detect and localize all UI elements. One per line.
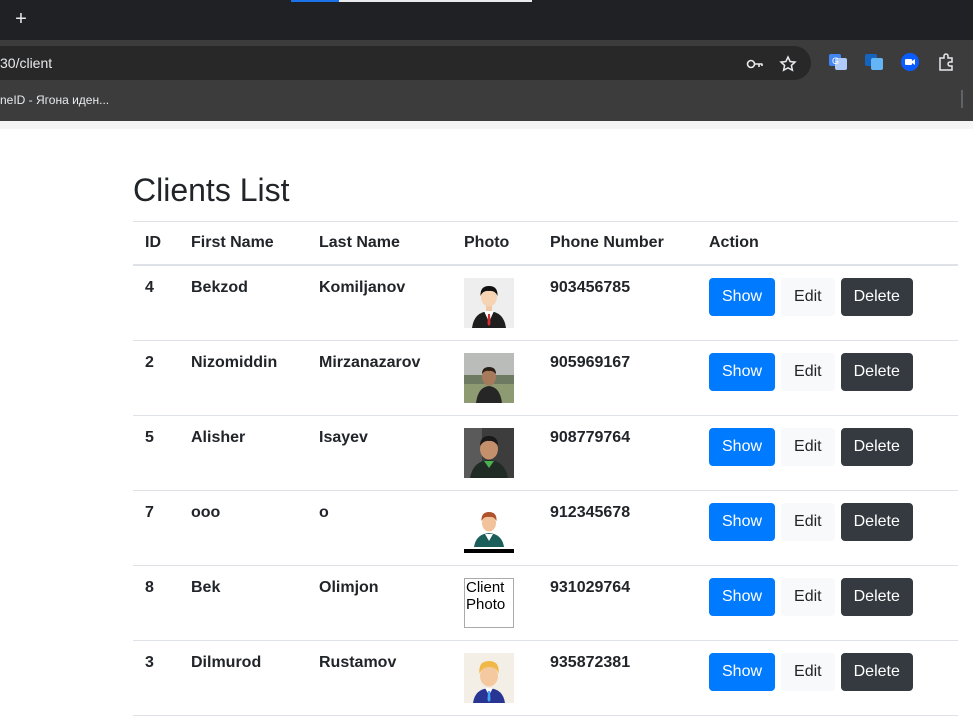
client-last-name: Rustamov — [319, 654, 397, 671]
client-phone: 931029764 — [550, 579, 631, 596]
client-last-name: Olimjon — [319, 579, 379, 596]
client-id: 4 — [145, 279, 154, 296]
edit-button[interactable]: Edit — [781, 353, 835, 391]
client-photo — [464, 503, 514, 553]
table-row: 2 Nizomiddin Mirzanazarov 905969167 Show… — [133, 340, 958, 416]
client-photo — [464, 428, 514, 478]
tab-indicator — [339, 0, 532, 2]
bookmarks-divider — [961, 90, 963, 108]
star-icon[interactable] — [779, 55, 797, 73]
new-tab-button[interactable]: + — [10, 8, 32, 30]
header-action: Action — [697, 221, 958, 266]
client-phone: 908779764 — [550, 429, 631, 446]
delete-button[interactable]: Delete — [840, 428, 913, 466]
delete-button[interactable]: Delete — [840, 353, 913, 391]
client-id: 2 — [145, 354, 154, 371]
table-row: 8 Bek Olimjon Client Photo 931029764 Sho… — [133, 565, 958, 641]
table-row: 3 Dilmurod Rustamov 935872381 Show Edit — [133, 640, 958, 716]
edit-button[interactable]: Edit — [781, 653, 835, 691]
active-tab-indicator — [291, 0, 339, 2]
photo-alt-text: Client Photo — [466, 579, 506, 613]
page-title: Clients List — [133, 172, 290, 208]
client-last-name: Mirzanazarov — [319, 354, 421, 371]
header-phone-number: Phone Number — [538, 221, 697, 266]
client-id: 5 — [145, 429, 154, 446]
clients-table: ID First Name Last Name Photo Phone Numb… — [133, 221, 958, 716]
puzzle-icon[interactable] — [936, 52, 956, 72]
client-id: 3 — [145, 654, 154, 671]
show-button[interactable]: Show — [709, 578, 776, 616]
client-first-name: ooo — [191, 504, 221, 521]
client-id: 7 — [145, 504, 154, 521]
bookmarks-bar: neID - Ягона иден... — [0, 88, 973, 112]
table-row: 5 Alisher Isayev 908779764 Show Edit Del… — [133, 415, 958, 491]
header-id: ID — [133, 221, 179, 266]
show-button[interactable]: Show — [709, 428, 776, 466]
client-last-name: o — [319, 504, 329, 521]
table-header-row: ID First Name Last Name Photo Phone Numb… — [133, 221, 958, 266]
translator-extension-icon[interactable] — [864, 52, 884, 72]
bookmark-item[interactable]: neID - Ягона иден... — [0, 93, 109, 107]
delete-button[interactable]: Delete — [840, 653, 913, 691]
edit-button[interactable]: Edit — [781, 278, 835, 316]
client-photo — [464, 653, 514, 703]
client-last-name: Isayev — [319, 429, 368, 446]
client-last-name: Komiljanov — [319, 279, 406, 296]
tab-strip: + — [0, 0, 973, 40]
edit-button[interactable]: Edit — [781, 578, 835, 616]
header-last-name: Last Name — [307, 221, 452, 266]
client-id: 8 — [145, 579, 154, 596]
header-first-name: First Name — [179, 221, 307, 266]
broken-image-icon: Client Photo — [464, 578, 514, 628]
table-row: 7 ooo o 912345678 Show Edit Delete — [133, 490, 958, 566]
show-button[interactable]: Show — [709, 278, 776, 316]
edit-button[interactable]: Edit — [781, 503, 835, 541]
client-first-name: Nizomiddin — [191, 354, 278, 371]
client-phone: 903456785 — [550, 279, 631, 296]
header-photo: Photo — [452, 221, 538, 266]
edit-button[interactable]: Edit — [781, 428, 835, 466]
delete-button[interactable]: Delete — [840, 503, 913, 541]
translate-extension-icon[interactable]: G — [828, 52, 848, 72]
client-first-name: Bekzod — [191, 279, 248, 296]
client-first-name: Dilmurod — [191, 654, 262, 671]
client-photo — [464, 353, 514, 403]
show-button[interactable]: Show — [709, 653, 776, 691]
client-photo — [464, 278, 514, 328]
browser-chrome: + 30/client G neID - Ягона иден... — [0, 0, 973, 121]
address-bar[interactable]: 30/client — [0, 46, 811, 80]
key-icon[interactable] — [746, 55, 764, 73]
delete-button[interactable]: Delete — [840, 278, 913, 316]
client-first-name: Bek — [191, 579, 221, 596]
client-first-name: Alisher — [191, 429, 246, 446]
client-phone: 912345678 — [550, 504, 631, 521]
video-extension-icon[interactable] — [900, 52, 920, 72]
table-row: 4 Bekzod Komiljanov 903456785 Show Edit … — [133, 265, 958, 341]
url-text[interactable]: 30/client — [0, 55, 52, 71]
client-phone: 905969167 — [550, 354, 631, 371]
svg-text:G: G — [832, 56, 839, 66]
show-button[interactable]: Show — [709, 503, 776, 541]
show-button[interactable]: Show — [709, 353, 776, 391]
client-phone: 935872381 — [550, 654, 631, 671]
page-top-strip — [0, 121, 973, 129]
delete-button[interactable]: Delete — [840, 578, 913, 616]
